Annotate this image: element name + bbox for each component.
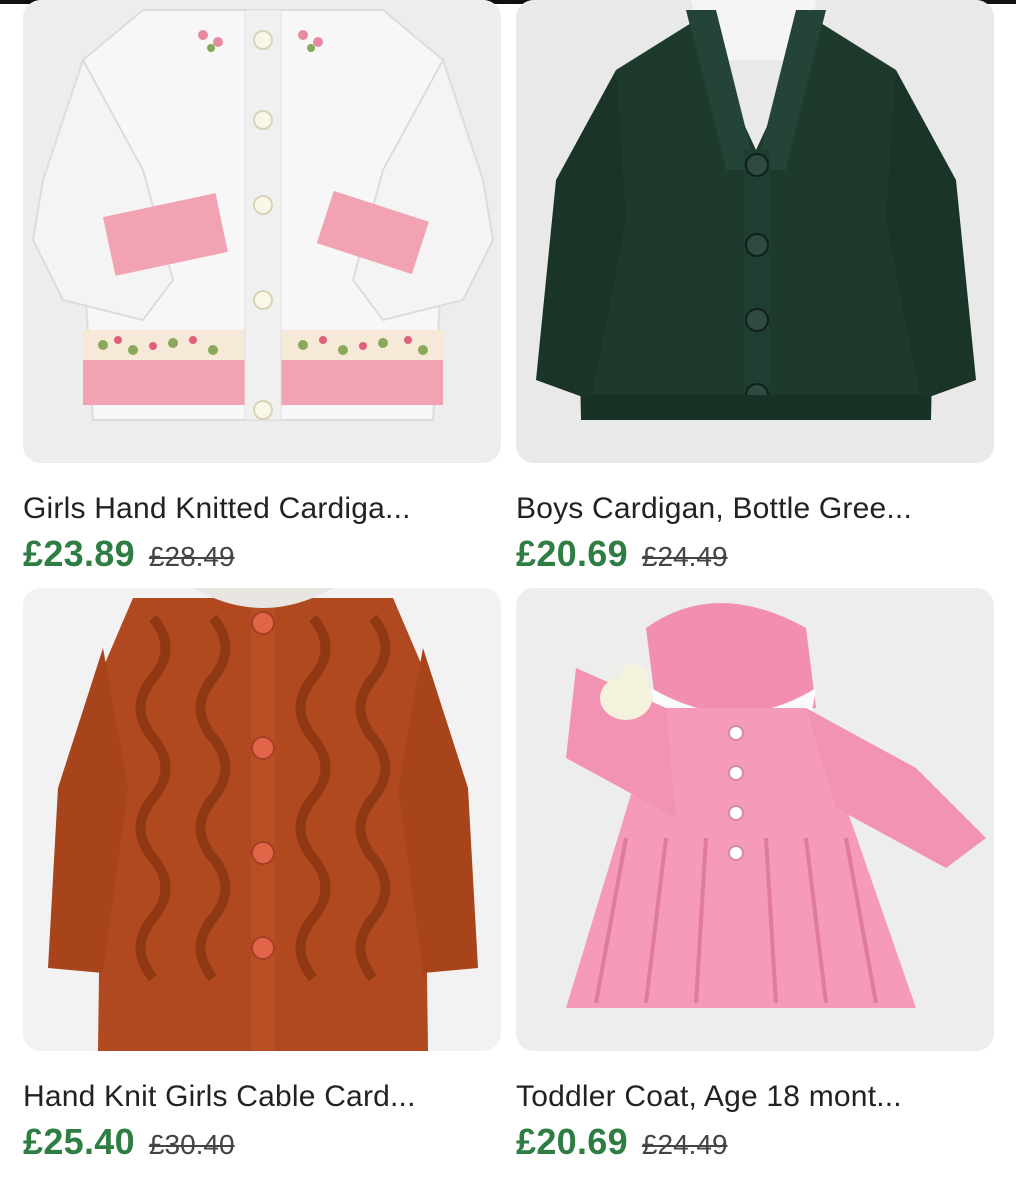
sale-price: £20.69 — [516, 1121, 628, 1162]
listing-image-rust-cable-cardigan[interactable] — [23, 588, 501, 1051]
original-price: £28.49 — [148, 541, 235, 572]
listing-card[interactable]: Toddler Coat, Age 18 mont... £20.69 £24.… — [516, 588, 994, 1163]
listing-title[interactable]: Girls Hand Knitted Cardiga... — [23, 491, 501, 527]
original-price: £24.49 — [641, 541, 728, 572]
listing-card[interactable]: Boys Cardigan, Bottle Gree... £20.69 £24… — [516, 0, 994, 575]
listing-card[interactable]: Girls Hand Knitted Cardiga... £23.89 £28… — [23, 0, 501, 575]
listing-title[interactable]: Hand Knit Girls Cable Card... — [23, 1079, 501, 1115]
listing-card[interactable]: Hand Knit Girls Cable Card... £25.40 £30… — [23, 588, 501, 1163]
price-row: £23.89 £28.49 — [23, 533, 501, 575]
sale-price: £25.40 — [23, 1121, 135, 1162]
original-price: £30.40 — [148, 1129, 235, 1160]
price-row: £25.40 £30.40 — [23, 1121, 501, 1163]
sale-price: £20.69 — [516, 533, 628, 574]
listing-image-white-cardigan[interactable] — [23, 0, 501, 463]
sale-price: £23.89 — [23, 533, 135, 574]
listing-title[interactable]: Toddler Coat, Age 18 mont... — [516, 1079, 994, 1115]
listing-image-green-cardigan[interactable] — [516, 0, 994, 463]
original-price: £24.49 — [641, 1129, 728, 1160]
listing-title[interactable]: Boys Cardigan, Bottle Gree... — [516, 491, 994, 527]
price-row: £20.69 £24.49 — [516, 1121, 994, 1163]
price-row: £20.69 £24.49 — [516, 533, 994, 575]
listing-image-pink-coat[interactable] — [516, 588, 994, 1051]
